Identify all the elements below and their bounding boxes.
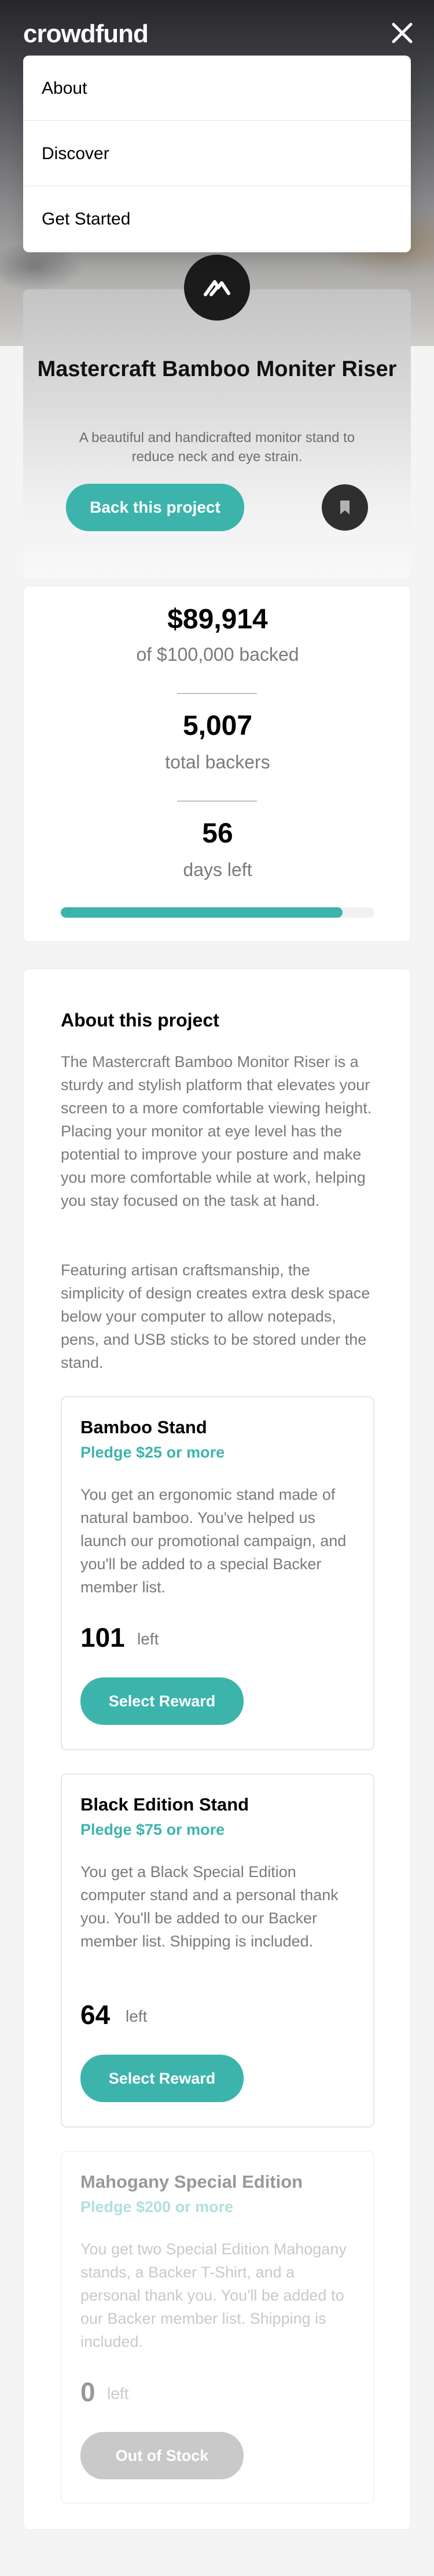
days-left-label: days left — [183, 859, 252, 880]
reward-pledge: Pledge $200 or more — [80, 2198, 234, 2216]
backers-label: total backers — [165, 752, 270, 772]
backers-count: 5,007 — [182, 711, 253, 741]
close-menu-button[interactable] — [391, 22, 413, 44]
reward-card-black-edition: Black Edition Stand Pledge $75 or more Y… — [61, 1773, 374, 2128]
mobile-menu: About Discover Get Started — [23, 56, 411, 252]
select-reward-button[interactable]: Select Reward — [80, 2055, 244, 2102]
project-description: A beautiful and handicrafted monitor sta… — [79, 430, 355, 465]
reward-pledge: Pledge $75 or more — [80, 1821, 225, 1838]
close-icon — [392, 23, 413, 43]
reward-description: You get a Black Special Edition computer… — [80, 1863, 339, 1950]
reward-name: Black Edition Stand — [80, 1794, 249, 1815]
project-logo — [184, 255, 250, 321]
backed-label: of $100,000 backed — [136, 644, 299, 665]
about-paragraph: Featuring artisan craftsmanship, the sim… — [61, 1261, 370, 1371]
menu-item-discover[interactable]: Discover — [23, 121, 411, 186]
reward-left-label: left — [126, 2007, 148, 2025]
progress-bar — [61, 907, 374, 918]
about-title: About this project — [61, 1010, 219, 1031]
reward-left-label: left — [137, 1630, 159, 1648]
project-title: Mastercraft Bamboo Moniter Riser — [37, 357, 397, 381]
menu-item-about[interactable]: About — [23, 56, 411, 121]
brand-logo[interactable]: crowdfund — [23, 20, 149, 49]
reward-name: Mahogany Special Edition — [80, 2172, 303, 2192]
about-paragraph: The Mastercraft Bamboo Monitor Riser is … — [61, 1053, 372, 1209]
reward-pledge: Pledge $25 or more — [80, 1444, 225, 1461]
about-card: About this project The Mastercraft Bambo… — [23, 969, 411, 2530]
reward-name: Bamboo Stand — [80, 1417, 207, 1437]
reward-left-count: 64 — [80, 2000, 111, 2030]
reward-card-bamboo: Bamboo Stand Pledge $25 or more You get … — [61, 1396, 374, 1750]
reward-left-count: 101 — [80, 1622, 125, 1653]
bookmark-icon — [340, 501, 350, 514]
menu-item-get-started[interactable]: Get Started — [23, 186, 411, 252]
reward-left-count: 0 — [80, 2377, 95, 2407]
back-project-button[interactable]: Back this project — [66, 484, 244, 531]
reward-card-mahogany: Mahogany Special Edition Pledge $200 or … — [61, 2151, 374, 2504]
reward-description: You get two Special Edition Mahogany sta… — [80, 2240, 347, 2350]
progress-bar-fill — [61, 907, 343, 918]
days-left-count: 56 — [202, 818, 233, 849]
stats-card: $89,914 of $100,000 backed 5,007 total b… — [23, 586, 411, 942]
reward-left-label: left — [107, 2384, 129, 2402]
select-reward-button[interactable]: Select Reward — [80, 1677, 244, 1725]
stats-divider — [177, 693, 257, 694]
backed-amount: $89,914 — [167, 604, 268, 635]
out-of-stock-button: Out of Stock — [80, 2432, 244, 2479]
bookmark-button[interactable] — [322, 484, 368, 531]
mastercraft-logo-icon — [204, 280, 230, 296]
reward-description: You get an ergonomic stand made of natur… — [80, 1486, 347, 1596]
